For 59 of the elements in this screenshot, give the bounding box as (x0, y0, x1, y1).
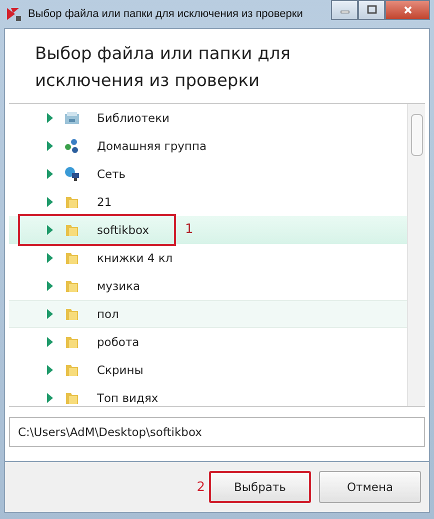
tree-item-label: музика (97, 279, 140, 293)
tree-item[interactable]: Скрины (9, 356, 407, 384)
folder-icon (64, 222, 80, 238)
tree-item[interactable]: Библиотеки (9, 104, 407, 132)
tree-item[interactable]: книжки 4 кл (9, 244, 407, 272)
minimize-button[interactable] (331, 0, 358, 20)
folder-icon (64, 306, 80, 322)
folder-icon (64, 362, 80, 378)
app-logo-icon (6, 6, 22, 22)
expand-arrow-icon (46, 336, 54, 348)
tree-item[interactable]: пол (9, 300, 407, 328)
path-field[interactable]: C:\Users\AdM\Desktop\softikbox (9, 417, 425, 447)
expand-arrow-icon (46, 308, 54, 320)
expand-arrow-icon (46, 280, 54, 292)
tree-item[interactable]: музика (9, 272, 407, 300)
tree-item[interactable]: softikbox 1 (9, 216, 407, 244)
tree-item[interactable]: Топ видях (9, 384, 407, 406)
close-icon (402, 5, 412, 15)
dialog-button[interactable]: Отмена (319, 471, 421, 503)
network-icon (64, 166, 80, 182)
annotation-number: 1 (185, 222, 194, 237)
folder-icon (64, 390, 80, 406)
tree-item-label: 21 (97, 195, 112, 209)
tree-item-label: Топ видях (97, 391, 158, 405)
folder-icon (64, 334, 80, 350)
expand-arrow-icon (46, 392, 54, 404)
tree-item-label: пол (97, 307, 119, 321)
tree-item-label: Скрины (97, 363, 144, 377)
close-button[interactable] (385, 0, 430, 20)
window-title: Выбор файла или папки для исключения из проверки (28, 8, 304, 20)
annotation-number: 2 (196, 480, 205, 494)
tree-item-label: Сеть (97, 167, 126, 181)
expand-arrow-icon (46, 168, 54, 180)
dialog-heading: Выбор файла или папки для исключения из проверки (35, 43, 292, 93)
homegroup-icon (64, 138, 80, 154)
tree-item-label: книжки 4 кл (97, 251, 173, 265)
dialog-button[interactable]: Выбрать (209, 471, 311, 503)
expand-arrow-icon (46, 196, 54, 208)
tree-item[interactable]: робота (9, 328, 407, 356)
folder-icon (64, 194, 80, 210)
tree-item-label: робота (97, 335, 140, 349)
folder-icon (64, 250, 80, 266)
expand-arrow-icon (46, 364, 54, 376)
maximize-icon (366, 5, 376, 15)
tree-item[interactable]: 21 (9, 188, 407, 216)
tree-item-label: Библиотеки (97, 111, 170, 125)
tree-item[interactable]: Домашняя группа (9, 132, 407, 160)
scrollbar-thumb[interactable] (410, 114, 422, 156)
tree-item-label: Домашняя группа (97, 139, 207, 153)
scrollbar[interactable] (407, 104, 425, 406)
library-icon (64, 110, 80, 126)
tree-item[interactable]: Сеть (9, 160, 407, 188)
folder-icon (64, 278, 80, 294)
expand-arrow-icon (46, 140, 54, 152)
expand-arrow-icon (46, 252, 54, 264)
maximize-button[interactable] (358, 0, 385, 20)
tree-item-label: softikbox (97, 223, 150, 237)
expand-arrow-icon (46, 112, 54, 124)
expand-arrow-icon (46, 224, 54, 236)
